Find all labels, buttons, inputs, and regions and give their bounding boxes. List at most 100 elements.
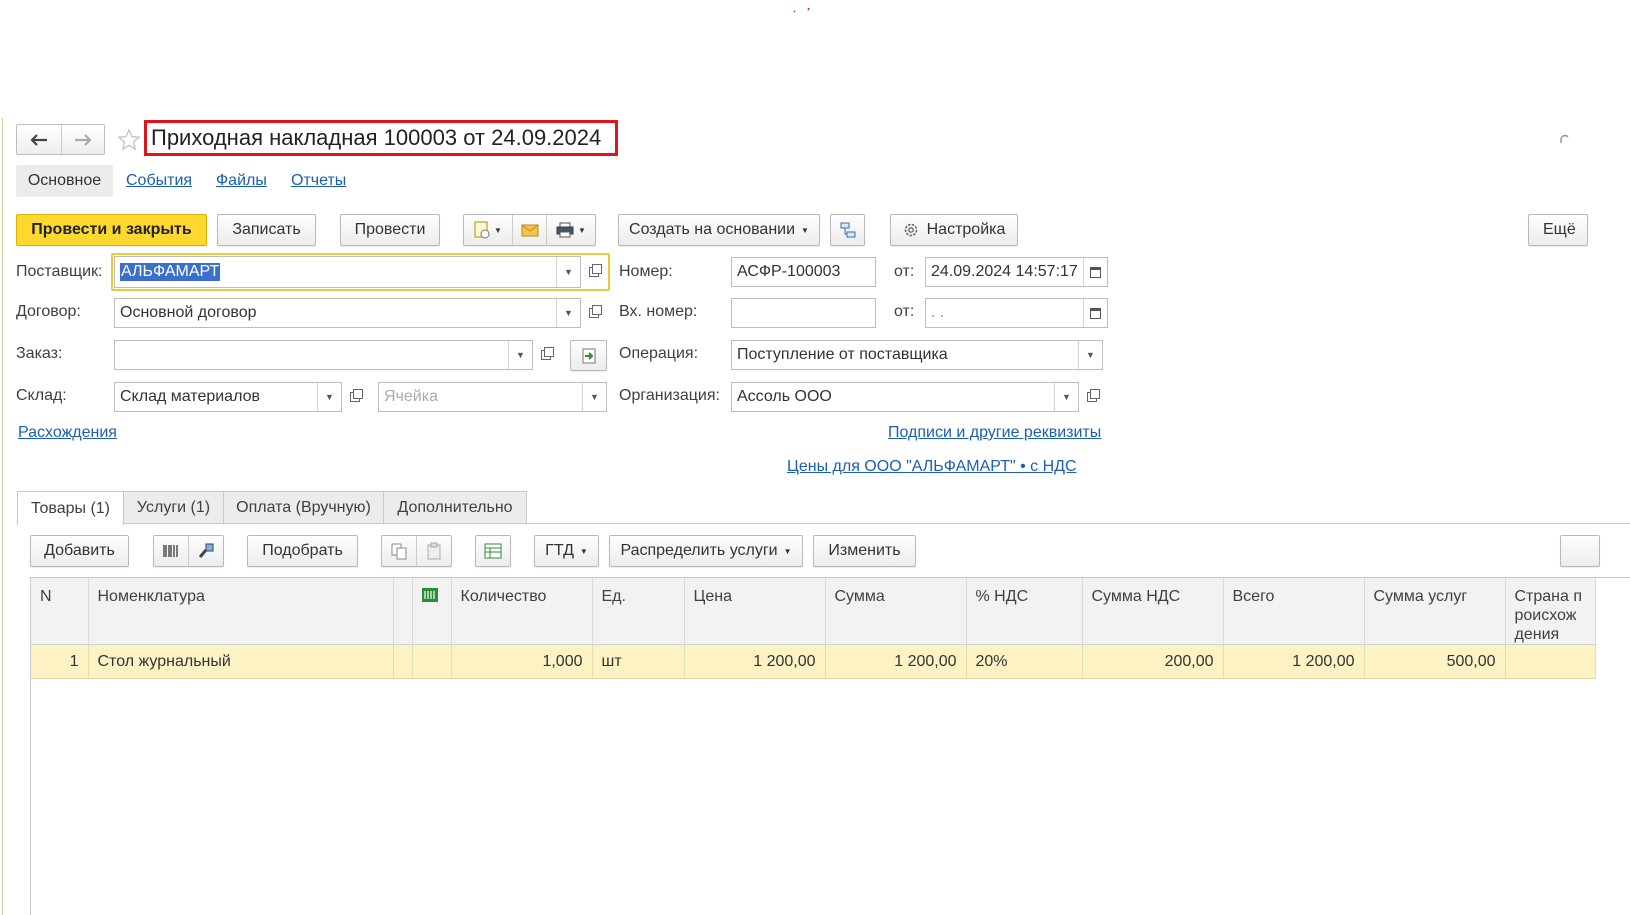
add-row-button[interactable]: Добавить [30, 535, 129, 567]
settings-button[interactable]: Настройка [890, 214, 1018, 246]
contract-field[interactable]: Основной договор ▼ [114, 298, 581, 328]
paste-button[interactable] [417, 536, 451, 566]
cell-services-sum[interactable]: 500,00 [1364, 644, 1506, 679]
prices-link[interactable]: Цены для ООО "АЛЬФАМАРТ" • с НДС [787, 458, 1077, 476]
operation-dropdown-button[interactable]: ▼ [1078, 341, 1102, 369]
col-header-sum[interactable]: Сумма [825, 578, 967, 645]
operation-value: Поступление от поставщика [737, 346, 948, 363]
chevron-down-icon: ▼ [1086, 350, 1095, 360]
save-button[interactable]: Записать [217, 214, 316, 246]
cell-country[interactable] [1505, 644, 1596, 679]
col-header-country[interactable]: Страна происхождения [1505, 578, 1596, 645]
number-field[interactable]: АСФР-100003 [731, 257, 876, 287]
col-header-services-sum[interactable]: Сумма услуг [1364, 578, 1506, 645]
favorite-star-button[interactable] [117, 128, 141, 152]
create-doc-button[interactable]: ▼ [464, 215, 513, 245]
section-files[interactable]: Файлы [216, 172, 267, 190]
tab-payment[interactable]: Оплата (Вручную) [223, 491, 384, 524]
post-button[interactable]: Провести [340, 214, 440, 246]
discrepancies-link[interactable]: Расхождения [18, 424, 117, 442]
col-header-vat-rate[interactable]: % НДС [966, 578, 1083, 645]
cell-n[interactable]: 1 [31, 644, 89, 679]
table-more-button[interactable] [1560, 535, 1600, 567]
gtd-button[interactable]: ГТД ▼ [534, 535, 599, 567]
create-based-on-button[interactable]: Создать на основании ▼ [618, 214, 820, 246]
organization-dropdown-button[interactable]: ▼ [1054, 383, 1078, 411]
cell-marking[interactable] [412, 644, 452, 679]
tab-additional[interactable]: Дополнительно [383, 491, 527, 524]
in-date-field[interactable]: . . [925, 298, 1108, 328]
print-button[interactable]: ▼ [547, 215, 595, 245]
envelope-icon [521, 224, 538, 236]
cell-quantity[interactable]: 1,000 [451, 644, 593, 679]
col-header-total[interactable]: Всего [1223, 578, 1365, 645]
cell-vat-sum[interactable]: 200,00 [1082, 644, 1224, 679]
col-header-unit[interactable]: Ед. [592, 578, 685, 645]
cell-unit[interactable]: шт [592, 644, 685, 679]
email-button[interactable] [513, 215, 547, 245]
table-row[interactable]: 1 Стол журнальный 1,000 шт 1 200,00 1 20… [31, 644, 1596, 679]
supplier-open-button[interactable] [581, 257, 607, 287]
post-and-close-button[interactable]: Провести и закрыть [16, 214, 207, 246]
cell-field[interactable]: Ячейка ▼ [378, 382, 607, 412]
settings-label: Настройка [926, 221, 1006, 238]
structure-button[interactable] [830, 214, 865, 246]
warehouse-open-button[interactable] [342, 382, 368, 412]
date-calendar-button[interactable] [1083, 258, 1107, 286]
star-icon [117, 128, 141, 151]
chevron-down-icon: ▼ [579, 546, 588, 556]
order-field[interactable]: ▼ [114, 340, 533, 370]
cell-dropdown-button[interactable]: ▼ [582, 383, 606, 411]
cell-price[interactable]: 1 200,00 [684, 644, 826, 679]
tab-services[interactable]: Услуги (1) [123, 491, 224, 524]
col-header-price[interactable]: Цена [684, 578, 826, 645]
section-reports[interactable]: Отчеты [291, 172, 346, 190]
distribute-services-button[interactable]: Распределить услуги ▼ [609, 535, 803, 567]
cell-vat-rate[interactable]: 20% [966, 644, 1083, 679]
order-dropdown-button[interactable]: ▼ [508, 341, 532, 369]
back-button[interactable] [17, 125, 62, 154]
col-header-vat-sum[interactable]: Сумма НДС [1082, 578, 1224, 645]
supplier-dropdown-button[interactable]: ▼ [556, 257, 580, 287]
col-header-quantity[interactable]: Количество [451, 578, 593, 645]
warehouse-field[interactable]: Склад материалов ▼ [114, 382, 342, 412]
col-header-spacer [393, 578, 413, 645]
warehouse-dropdown-button[interactable]: ▼ [317, 383, 341, 411]
barcode-button[interactable] [154, 536, 189, 566]
scanner-button[interactable] [189, 536, 223, 566]
pick-button[interactable]: Подобрать [247, 535, 358, 567]
barcode-group [153, 535, 224, 567]
organization-open-button[interactable] [1079, 382, 1105, 412]
organization-field[interactable]: Ассоль ООО ▼ [731, 382, 1079, 412]
contract-open-button[interactable] [581, 298, 607, 328]
tab-goods[interactable]: Товары (1) [17, 491, 124, 525]
in-number-label: Вх. номер: [619, 303, 698, 320]
copy-button[interactable] [382, 536, 417, 566]
forward-button[interactable] [62, 125, 104, 154]
more-label: Ещё [1543, 221, 1576, 238]
change-button[interactable]: Изменить [813, 535, 916, 567]
goods-table: N Номенклатура Количество Ед. Цена Сумма… [31, 578, 1596, 679]
contract-dropdown-button[interactable]: ▼ [556, 299, 580, 327]
in-date-calendar-button[interactable] [1083, 299, 1107, 327]
in-number-field[interactable] [731, 298, 876, 328]
signatures-link[interactable]: Подписи и другие реквизиты [888, 424, 1101, 442]
order-open-button[interactable] [533, 340, 559, 370]
col-header-nomenclature[interactable]: Номенклатура [88, 578, 394, 645]
date-field[interactable]: 24.09.2024 14:57:17 [925, 257, 1108, 287]
order-fill-button[interactable] [570, 340, 607, 371]
col-header-marking[interactable] [412, 578, 452, 645]
order-label: Заказ: [16, 345, 63, 362]
section-events[interactable]: События [126, 172, 192, 190]
section-main[interactable]: Основное [16, 165, 113, 197]
col-header-n[interactable]: N [31, 578, 89, 645]
table-settings-button[interactable] [475, 535, 511, 567]
window-left-border [2, 118, 3, 915]
cell-nomenclature[interactable]: Стол журнальный [88, 644, 394, 679]
link-icon[interactable] [1558, 133, 1570, 149]
more-button[interactable]: Ещё [1528, 214, 1588, 246]
operation-field[interactable]: Поступление от поставщика ▼ [731, 340, 1103, 370]
supplier-field[interactable]: АЛЬФАМАРТ ▼ [114, 256, 581, 288]
cell-total[interactable]: 1 200,00 [1223, 644, 1365, 679]
cell-sum[interactable]: 1 200,00 [825, 644, 967, 679]
